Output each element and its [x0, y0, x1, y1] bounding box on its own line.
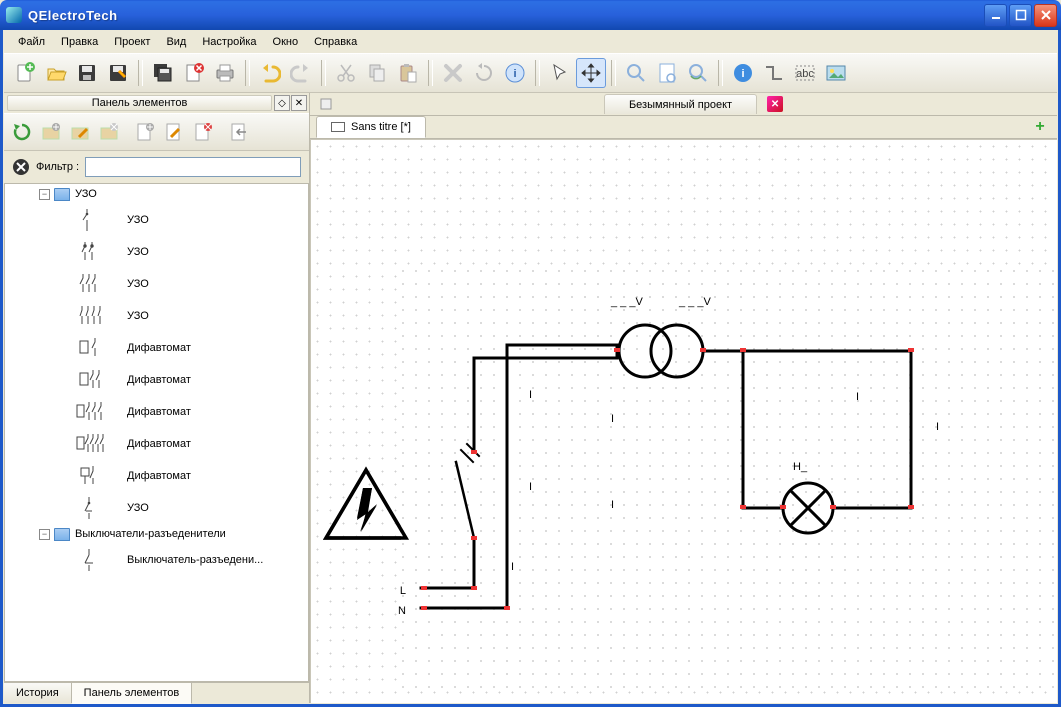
label-I: I — [529, 389, 532, 401]
print-button[interactable] — [210, 58, 240, 88]
menu-project[interactable]: Проект — [107, 34, 157, 50]
tree-item[interactable]: УЗО — [5, 492, 308, 524]
tree-item[interactable]: Дифавтомат — [5, 396, 308, 428]
menu-view[interactable]: Вид — [159, 34, 193, 50]
save-button[interactable] — [72, 58, 102, 88]
tree-item[interactable]: Выключатель-разъедени... — [5, 544, 308, 576]
zoom-reset-button[interactable] — [683, 58, 713, 88]
tree-item[interactable]: УЗО — [5, 300, 308, 332]
rotate-button[interactable] — [469, 58, 499, 88]
label-I: I — [529, 481, 532, 493]
refresh-button[interactable] — [8, 118, 36, 146]
panel-title: Панель элементов — [7, 95, 272, 111]
menu-file[interactable]: Файл — [11, 34, 52, 50]
panel-bottom-tabs: История Панель элементов — [4, 682, 309, 703]
svg-text:abc: abc — [796, 68, 814, 80]
menubar: Файл Правка Проект Вид Настройка Окно Сп… — [4, 31, 1057, 53]
schematic-canvas[interactable]: L N _ _ _V _ _ _V I I I I I I I H_ — [310, 139, 1057, 703]
window-titlebar: QElectroTech — [0, 0, 1061, 30]
copy-button[interactable] — [362, 58, 392, 88]
edit-category-button[interactable] — [66, 118, 94, 146]
redo-button[interactable] — [286, 58, 316, 88]
panel-close-button[interactable]: ✕ — [291, 95, 307, 111]
elements-panel: Панель элементов ◇ ✕ Фильтр : — [4, 93, 310, 703]
text-tool[interactable]: abc — [790, 58, 820, 88]
add-sheet-button[interactable]: + — [1031, 118, 1049, 136]
tree-item[interactable]: Дифавтомат — [5, 364, 308, 396]
tree-group-uzo[interactable]: − УЗО — [5, 184, 308, 204]
sheet-tab[interactable]: Sans titre [*] — [316, 116, 426, 138]
close-file-button[interactable] — [179, 58, 209, 88]
maximize-button[interactable] — [1009, 4, 1032, 27]
schematic-drawing: L N _ _ _V _ _ _V I I I I I I I H_ — [311, 140, 1057, 703]
clear-filter-icon[interactable] — [12, 158, 30, 176]
canvas-scroll[interactable]: L N _ _ _V _ _ _V I I I I I I I H_ — [310, 139, 1057, 703]
tree-item[interactable]: УЗО — [5, 236, 308, 268]
edit-element-button[interactable] — [160, 118, 188, 146]
svg-text:i: i — [741, 68, 744, 80]
label-v-left: _ _ _V — [610, 296, 643, 308]
tree-group-switches[interactable]: − Выключатели-разъеденители — [5, 524, 308, 544]
import-button[interactable] — [225, 118, 253, 146]
label-I: I — [511, 561, 514, 573]
tree-item[interactable]: Дифавтомат — [5, 332, 308, 364]
info-button[interactable]: i — [500, 58, 530, 88]
tab-history[interactable]: История — [4, 683, 72, 703]
close-button[interactable] — [1034, 4, 1057, 27]
delete-category-button[interactable] — [95, 118, 123, 146]
label-v-right: _ _ _V — [678, 296, 711, 308]
tree-item[interactable]: Дифавтомат — [5, 460, 308, 492]
label-I: I — [856, 391, 859, 403]
undo-button[interactable] — [255, 58, 285, 88]
minimize-button[interactable] — [984, 4, 1007, 27]
window-title: QElectroTech — [28, 8, 982, 23]
new-category-button[interactable] — [37, 118, 65, 146]
main-toolbar: i i abc — [4, 53, 1057, 93]
move-tool[interactable] — [576, 58, 606, 88]
project-tab-row: Безымянный проект ✕ — [310, 93, 1057, 115]
menu-settings[interactable]: Настройка — [195, 34, 263, 50]
tree-item[interactable]: УЗО — [5, 204, 308, 236]
tree-item[interactable]: Дифавтомат — [5, 428, 308, 460]
open-button[interactable] — [41, 58, 71, 88]
document-area: Безымянный проект ✕ Sans titre [*] + — [310, 93, 1057, 703]
pointer-tool[interactable] — [545, 58, 575, 88]
sheet-icon — [331, 122, 345, 132]
menu-help[interactable]: Справка — [307, 34, 364, 50]
panel-float-button[interactable]: ◇ — [274, 95, 290, 111]
label-L: L — [400, 585, 406, 597]
filter-label: Фильтр : — [36, 161, 79, 173]
doc-icon — [320, 98, 332, 110]
menu-window[interactable]: Окно — [266, 34, 306, 50]
label-N: N — [398, 605, 406, 617]
tab-elements-panel[interactable]: Панель элементов — [72, 683, 193, 704]
filter-input[interactable] — [85, 157, 301, 177]
about-button[interactable]: i — [728, 58, 758, 88]
label-H: H_ — [793, 461, 808, 473]
paste-button[interactable] — [393, 58, 423, 88]
delete-button[interactable] — [438, 58, 468, 88]
wire-tool[interactable] — [759, 58, 789, 88]
project-tab-close[interactable]: ✕ — [767, 96, 783, 112]
menu-edit[interactable]: Правка — [54, 34, 105, 50]
save-all-button[interactable] — [148, 58, 178, 88]
new-button[interactable] — [10, 58, 40, 88]
project-tab[interactable]: Безымянный проект — [604, 94, 757, 114]
elements-panel-toolbar — [4, 113, 309, 151]
delete-element-button[interactable] — [189, 118, 217, 146]
label-I: I — [936, 421, 939, 433]
svg-text:i: i — [513, 68, 516, 80]
new-element-button[interactable] — [131, 118, 159, 146]
label-I: I — [611, 499, 614, 511]
save-as-button[interactable] — [103, 58, 133, 88]
sheet-tab-row: Sans titre [*] + — [310, 115, 1057, 139]
label-I: I — [611, 413, 614, 425]
tree-item[interactable]: УЗО — [5, 268, 308, 300]
app-icon — [6, 7, 22, 23]
image-tool[interactable] — [821, 58, 851, 88]
zoom-button[interactable] — [621, 58, 651, 88]
elements-tree[interactable]: − УЗО УЗО УЗО УЗО УЗО Дифавтомат Дифавто… — [4, 183, 309, 682]
cut-button[interactable] — [331, 58, 361, 88]
fit-page-button[interactable] — [652, 58, 682, 88]
